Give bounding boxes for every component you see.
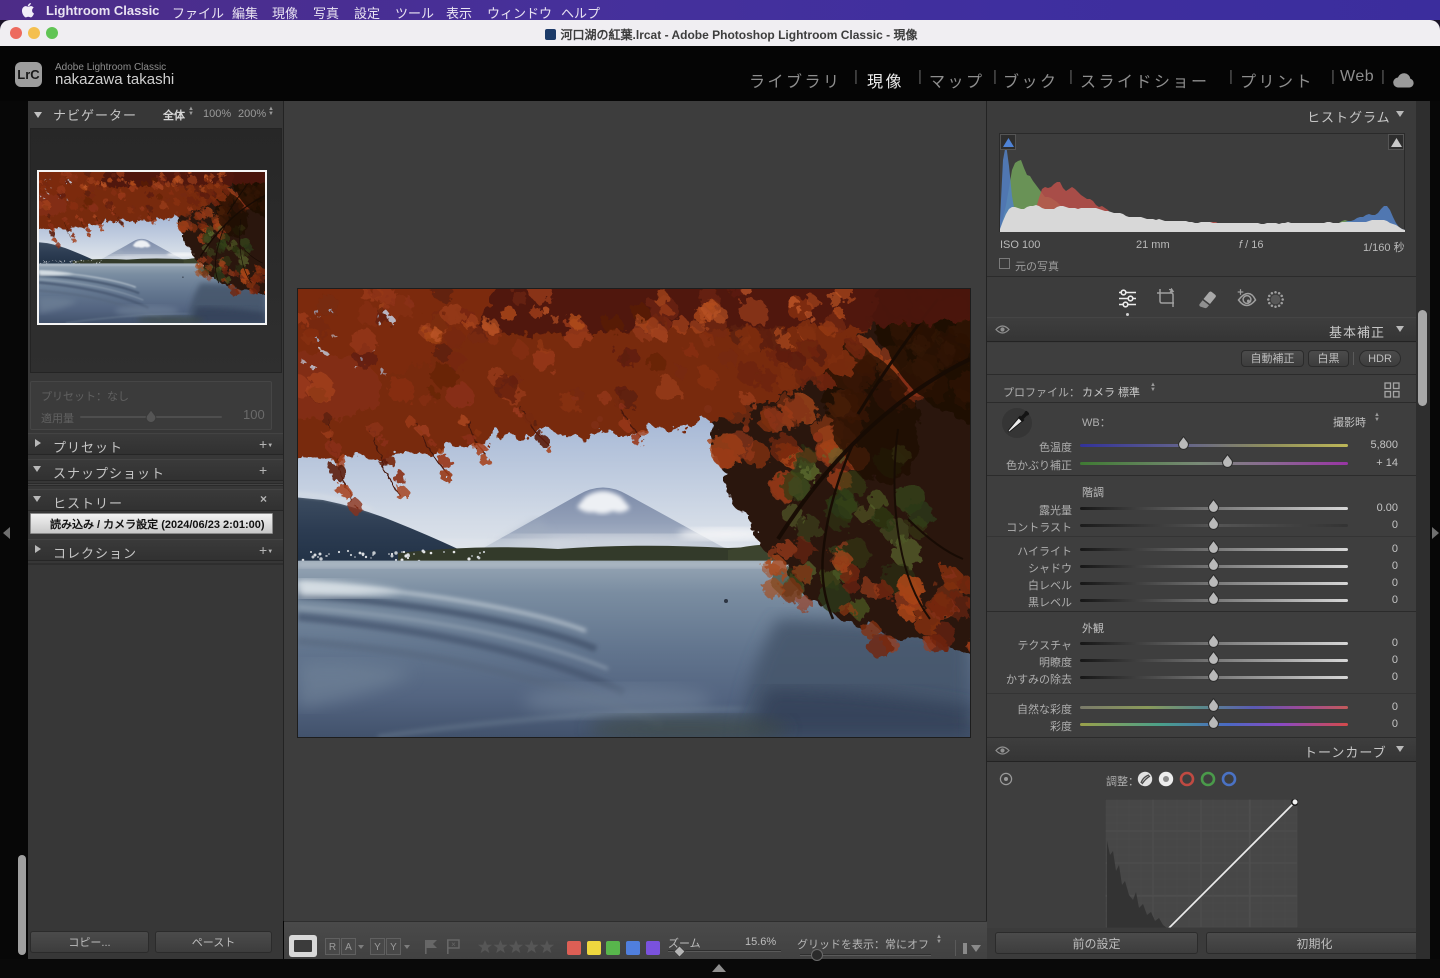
svg-text:×: × <box>451 940 456 949</box>
